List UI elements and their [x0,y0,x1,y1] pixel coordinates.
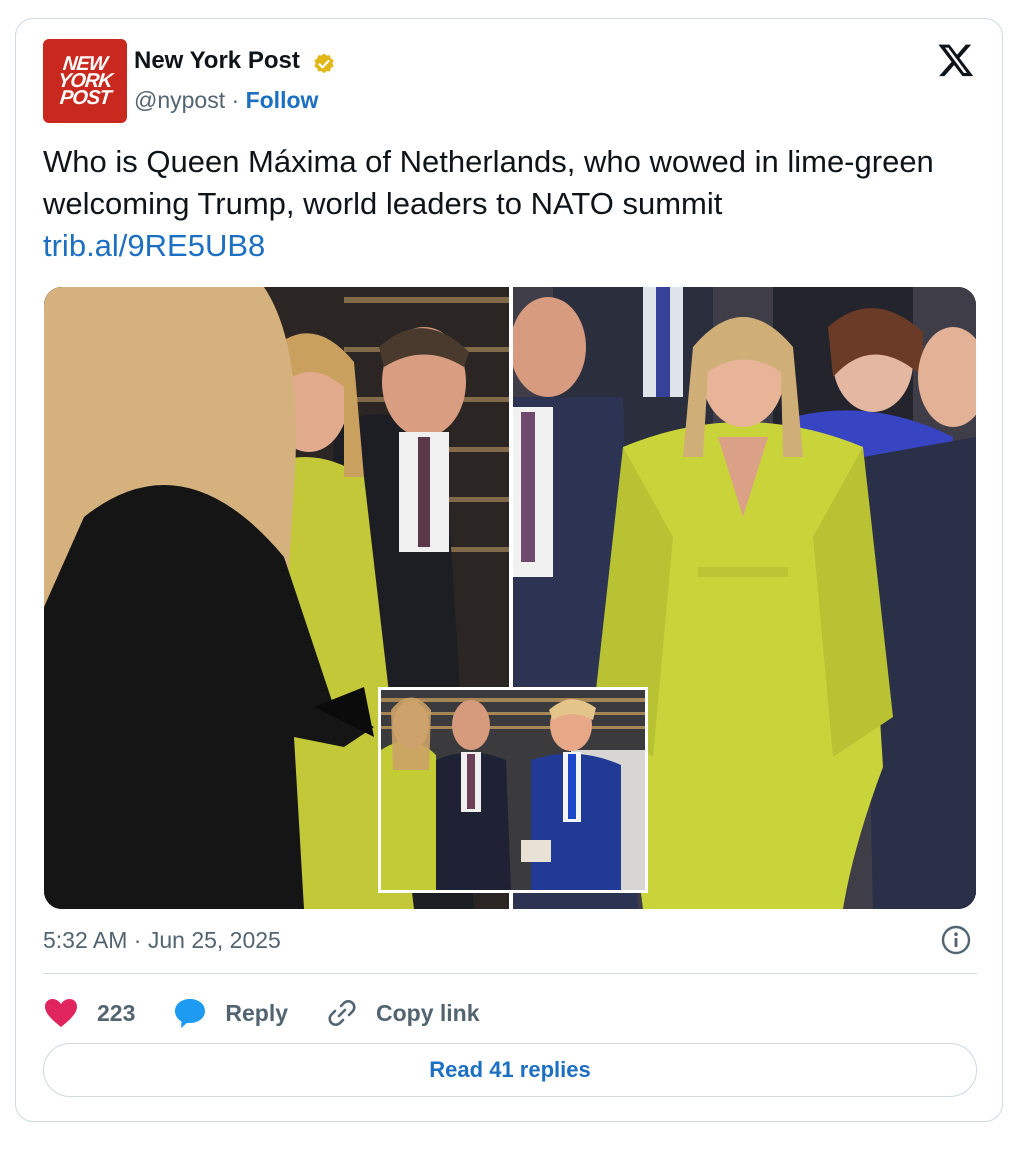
tweet-timestamp[interactable]: 5:32 AM · Jun 25, 2025 [43,927,281,954]
account-name[interactable]: New York Post [134,47,300,75]
logo-line-3: POST [58,86,112,109]
tweet-link[interactable]: trib.al/9RE5UB8 [43,225,973,267]
avatar[interactable]: NEW YORK POST [43,39,127,123]
handle-row: @nypost · Follow [134,87,318,114]
inset-photo-illustration [381,690,645,890]
account-handle[interactable]: @nypost [134,87,225,113]
reply-button[interactable]: Reply [173,997,288,1029]
follow-button[interactable]: Follow [246,87,319,113]
verified-badge-icon [314,53,334,74]
inset-photo [378,687,648,893]
x-logo-icon[interactable] [937,41,975,79]
like-button[interactable]: 223 [43,997,135,1029]
tweet-card: NEW YORK POST New York Post @nypost · Fo… [15,18,1003,1122]
copy-link-button[interactable]: Copy link [326,997,480,1029]
read-replies-button[interactable]: Read 41 replies [43,1043,977,1097]
tweet-text: Who is Queen Máxima of Netherlands, who … [43,141,973,267]
heart-icon [45,999,77,1027]
action-bar: 223 Reply Copy link [43,993,518,1033]
info-icon[interactable] [941,925,971,955]
divider-line [43,973,977,974]
tweet-media[interactable] [44,287,976,909]
time-separator: · [133,927,148,953]
tweet-time: 5:32 AM [43,927,128,953]
reply-label: Reply [225,999,289,1026]
tweet-body: Who is Queen Máxima of Netherlands, who … [43,144,934,221]
tweet-date: Jun 25, 2025 [147,927,281,953]
handle-separator: · [231,87,246,113]
link-icon [328,1000,356,1026]
reply-bubble-icon [175,999,206,1028]
like-count: 223 [97,999,136,1026]
copy-link-label: Copy link [376,999,480,1026]
